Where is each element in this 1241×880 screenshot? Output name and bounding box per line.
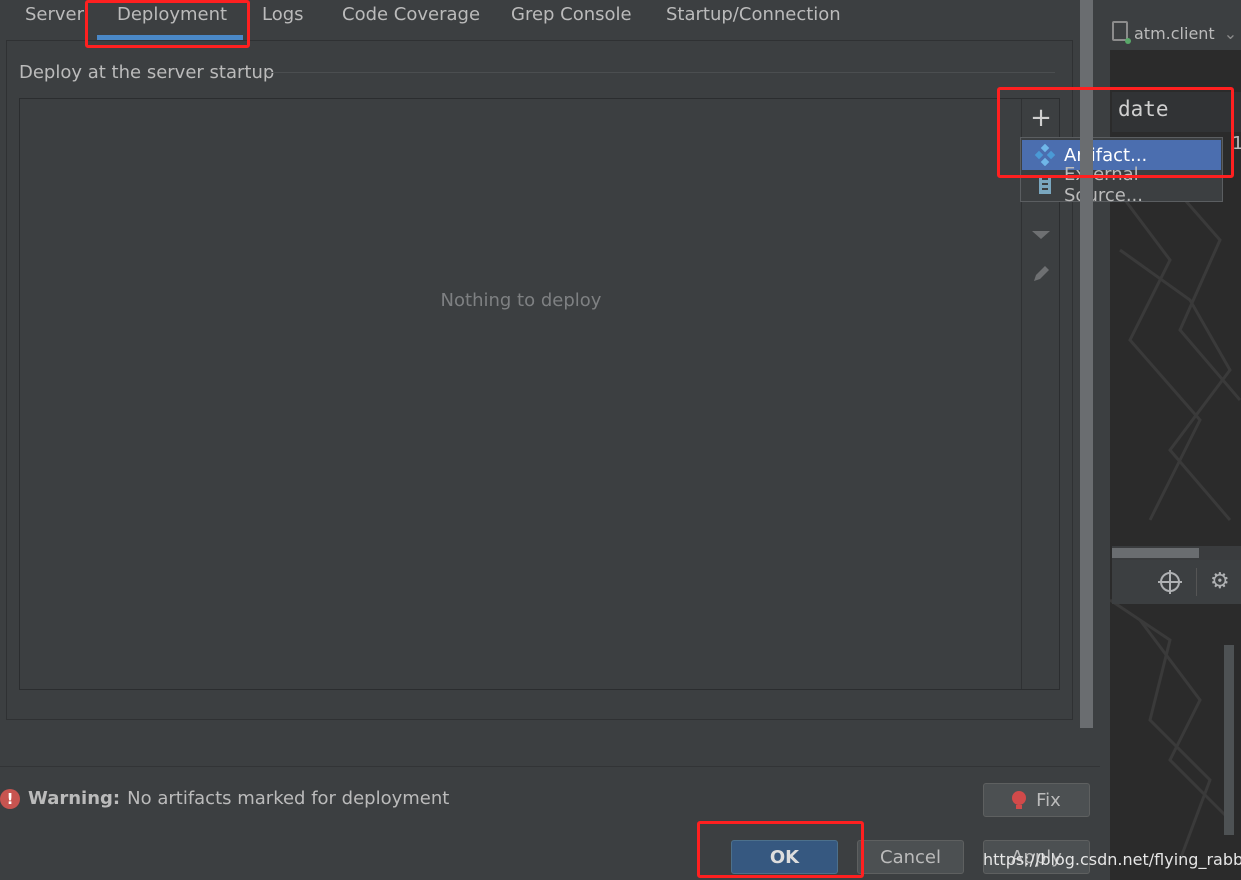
run-config-selector[interactable]: atm.client ⌄ [1112,21,1238,44]
tab-logs[interactable]: Logs [262,4,304,25]
section-title: Deploy at the server startup [19,62,275,83]
tab-code-coverage[interactable]: Code Coverage [342,4,480,25]
fix-label: Fix [1036,789,1061,811]
chevron-down-icon: ⌄ [1223,24,1238,43]
empty-list-text: Nothing to deploy [440,290,602,311]
bottom-divider [0,766,1100,767]
move-down-button[interactable] [1027,221,1055,249]
triangle-down-icon [1032,231,1050,239]
gear-icon[interactable]: ⚙ [1210,569,1230,594]
pencil-icon [1034,266,1049,281]
ide-tool-window-header: ⚙ [1112,560,1241,604]
warning-text: No artifacts marked for deployment [127,788,450,809]
highlight-box-deployment-tab [85,0,250,48]
watermark-text: https://blog.csdn.net/flying_rabbit01 [983,850,1241,869]
highlight-box-ok [697,821,864,878]
lightbulb-icon [1012,791,1027,809]
edit-button[interactable] [1027,260,1055,288]
tab-grep-console[interactable]: Grep Console [511,4,632,25]
editor-scrollbar-thumb[interactable] [1112,548,1199,558]
tool-window-scrollbar[interactable] [1224,645,1234,835]
warning-message: ! Warning: No artifacts marked for deplo… [0,788,449,809]
highlight-box-artifact [997,87,1234,178]
locate-icon[interactable] [1158,570,1182,594]
warning-label: Warning: [28,788,121,809]
tab-server[interactable]: Server [25,4,84,25]
fix-button[interactable]: Fix [983,783,1090,817]
cancel-button[interactable]: Cancel [857,840,964,874]
run-config-icon [1112,21,1131,44]
tab-startup-connection[interactable]: Startup/Connection [666,4,841,25]
section-divider [268,72,1055,73]
run-config-label: atm.client [1134,24,1215,43]
error-icon: ! [0,788,20,809]
deploy-list[interactable] [19,98,1060,690]
tool-separator [1196,568,1197,596]
